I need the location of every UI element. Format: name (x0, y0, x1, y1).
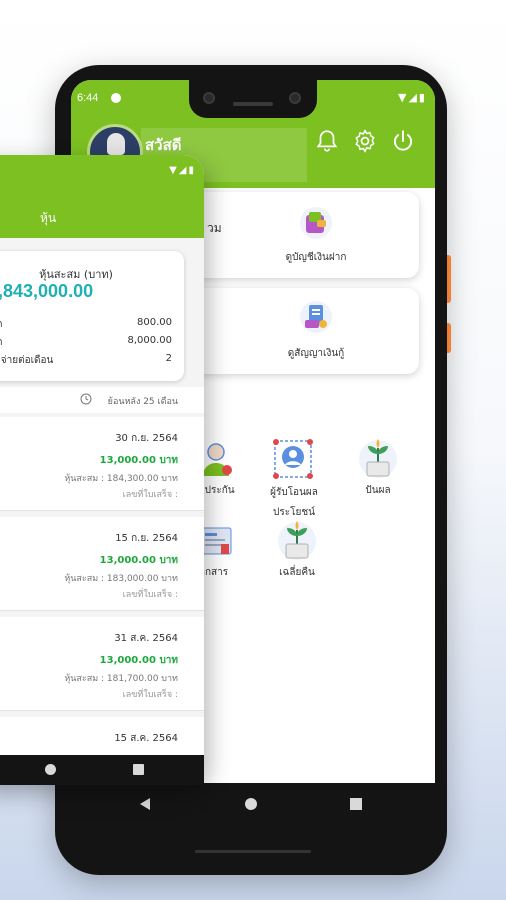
summary-row-value: 8,000.00 (127, 335, 172, 346)
transaction-item[interactable]: 15 ส.ค. 2564 (0, 717, 204, 755)
wallet-icon (300, 207, 332, 239)
menu-card-label: ดูสัญญาเงินกู้ (287, 348, 345, 359)
beneficiary-icon[interactable] (272, 438, 314, 480)
summary-row-key: อด (0, 335, 3, 350)
summary-row-key: ระจ่ายต่อเดือน (0, 355, 54, 366)
grid-label-average-refund: เฉลี่ยคืน (279, 567, 315, 578)
grid-label-dividend: ปันผล (365, 485, 391, 496)
recents-nav-icon[interactable] (350, 798, 362, 810)
back-navigation-bar (71, 783, 435, 825)
recents-nav-icon[interactable] (133, 764, 144, 775)
document-icon[interactable] (199, 524, 233, 558)
transaction-item[interactable]: 31 ส.ค. 2564 13,000.00 บาท หุ้นสะสม : 18… (0, 617, 204, 711)
summary-row-value: 2 (165, 353, 172, 364)
transaction-date: 31 ส.ค. 2564 (114, 633, 178, 644)
transaction-receipt: เลขที่ใบเสร็จ : (122, 690, 178, 700)
summary-row-key: อด (0, 317, 3, 332)
status-signal-battery-icon: ▼◢▮ (169, 165, 196, 176)
transaction-item[interactable]: 30 ก.ย. 2564 13,000.00 บาท หุ้นสะสม : 18… (0, 417, 204, 511)
history-filter[interactable]: ย้อนหลัง 25 เดือน (0, 387, 204, 413)
transaction-date: 15 ก.ย. 2564 (115, 533, 178, 544)
camera-notch (189, 80, 317, 118)
transaction-receipt: เลขที่ใบเสร็จ : (122, 590, 178, 600)
transaction-receipt: เลขที่ใบเสร็จ : (122, 490, 178, 500)
page-title: หุ้น (40, 211, 57, 225)
gear-icon[interactable] (352, 128, 378, 154)
status-indicator-icon (111, 93, 121, 103)
home-nav-icon[interactable] (245, 798, 257, 810)
front-navigation-bar (0, 755, 204, 785)
side-button (447, 255, 451, 303)
transaction-date: 15 ส.ค. 2564 (114, 733, 178, 744)
grid-label-documents: อกสาร (199, 567, 229, 578)
back-nav-icon[interactable] (139, 797, 151, 811)
status-signal-battery-icon: ▼◢▮ (398, 91, 427, 104)
side-button (447, 323, 451, 353)
history-label: ย้อนหลัง 25 เดือน (107, 397, 178, 407)
status-time: 6:44 (77, 92, 99, 104)
menu-card-label: ดูบัญชีเงินฝาก (285, 252, 347, 263)
guarantor-icon[interactable] (199, 440, 233, 478)
power-icon[interactable] (390, 128, 416, 154)
home-nav-icon[interactable] (45, 764, 56, 775)
grid-label-beneficiary: ผู้รับโอนผลประโยชน์ (270, 487, 318, 518)
transaction-amount: 13,000.00 บาท (99, 455, 178, 466)
greeting-text: สวัสดี (145, 136, 182, 154)
clock-icon (80, 393, 92, 405)
shares-summary-card: หุ้นสะสม (บาท) ,843,000.00 อด 800.00 อด … (0, 251, 184, 381)
transaction-accumulated: หุ้นสะสม : 184,300.00 บาท (64, 474, 178, 484)
front-phone-screen: ▼◢▮ หุ้น หุ้นสะสม (บาท) ,843,000.00 อด 8… (0, 155, 204, 755)
grid-label-guarantee: ำประกัน (199, 485, 235, 496)
transaction-amount: 13,000.00 บาท (99, 655, 178, 666)
menu-card-left-label: วม (207, 221, 222, 235)
refund-icon[interactable] (277, 520, 317, 562)
transaction-accumulated: หุ้นสะสม : 183,000.00 บาท (64, 574, 178, 584)
speaker-grille (195, 850, 311, 853)
transaction-item[interactable]: 15 ก.ย. 2564 13,000.00 บาท หุ้นสะสม : 18… (0, 517, 204, 611)
transaction-accumulated: หุ้นสะสม : 181,700.00 บาท (64, 674, 178, 684)
dividend-icon[interactable] (358, 438, 398, 480)
transaction-amount: 13,000.00 บาท (99, 555, 178, 566)
bell-icon[interactable] (314, 128, 340, 154)
summary-row-value: 800.00 (137, 317, 172, 328)
summary-value: ,843,000.00 (0, 281, 94, 301)
transaction-date: 30 ก.ย. 2564 (115, 433, 178, 444)
contract-icon (300, 301, 332, 333)
shares-header: ▼◢▮ หุ้น (0, 155, 204, 238)
